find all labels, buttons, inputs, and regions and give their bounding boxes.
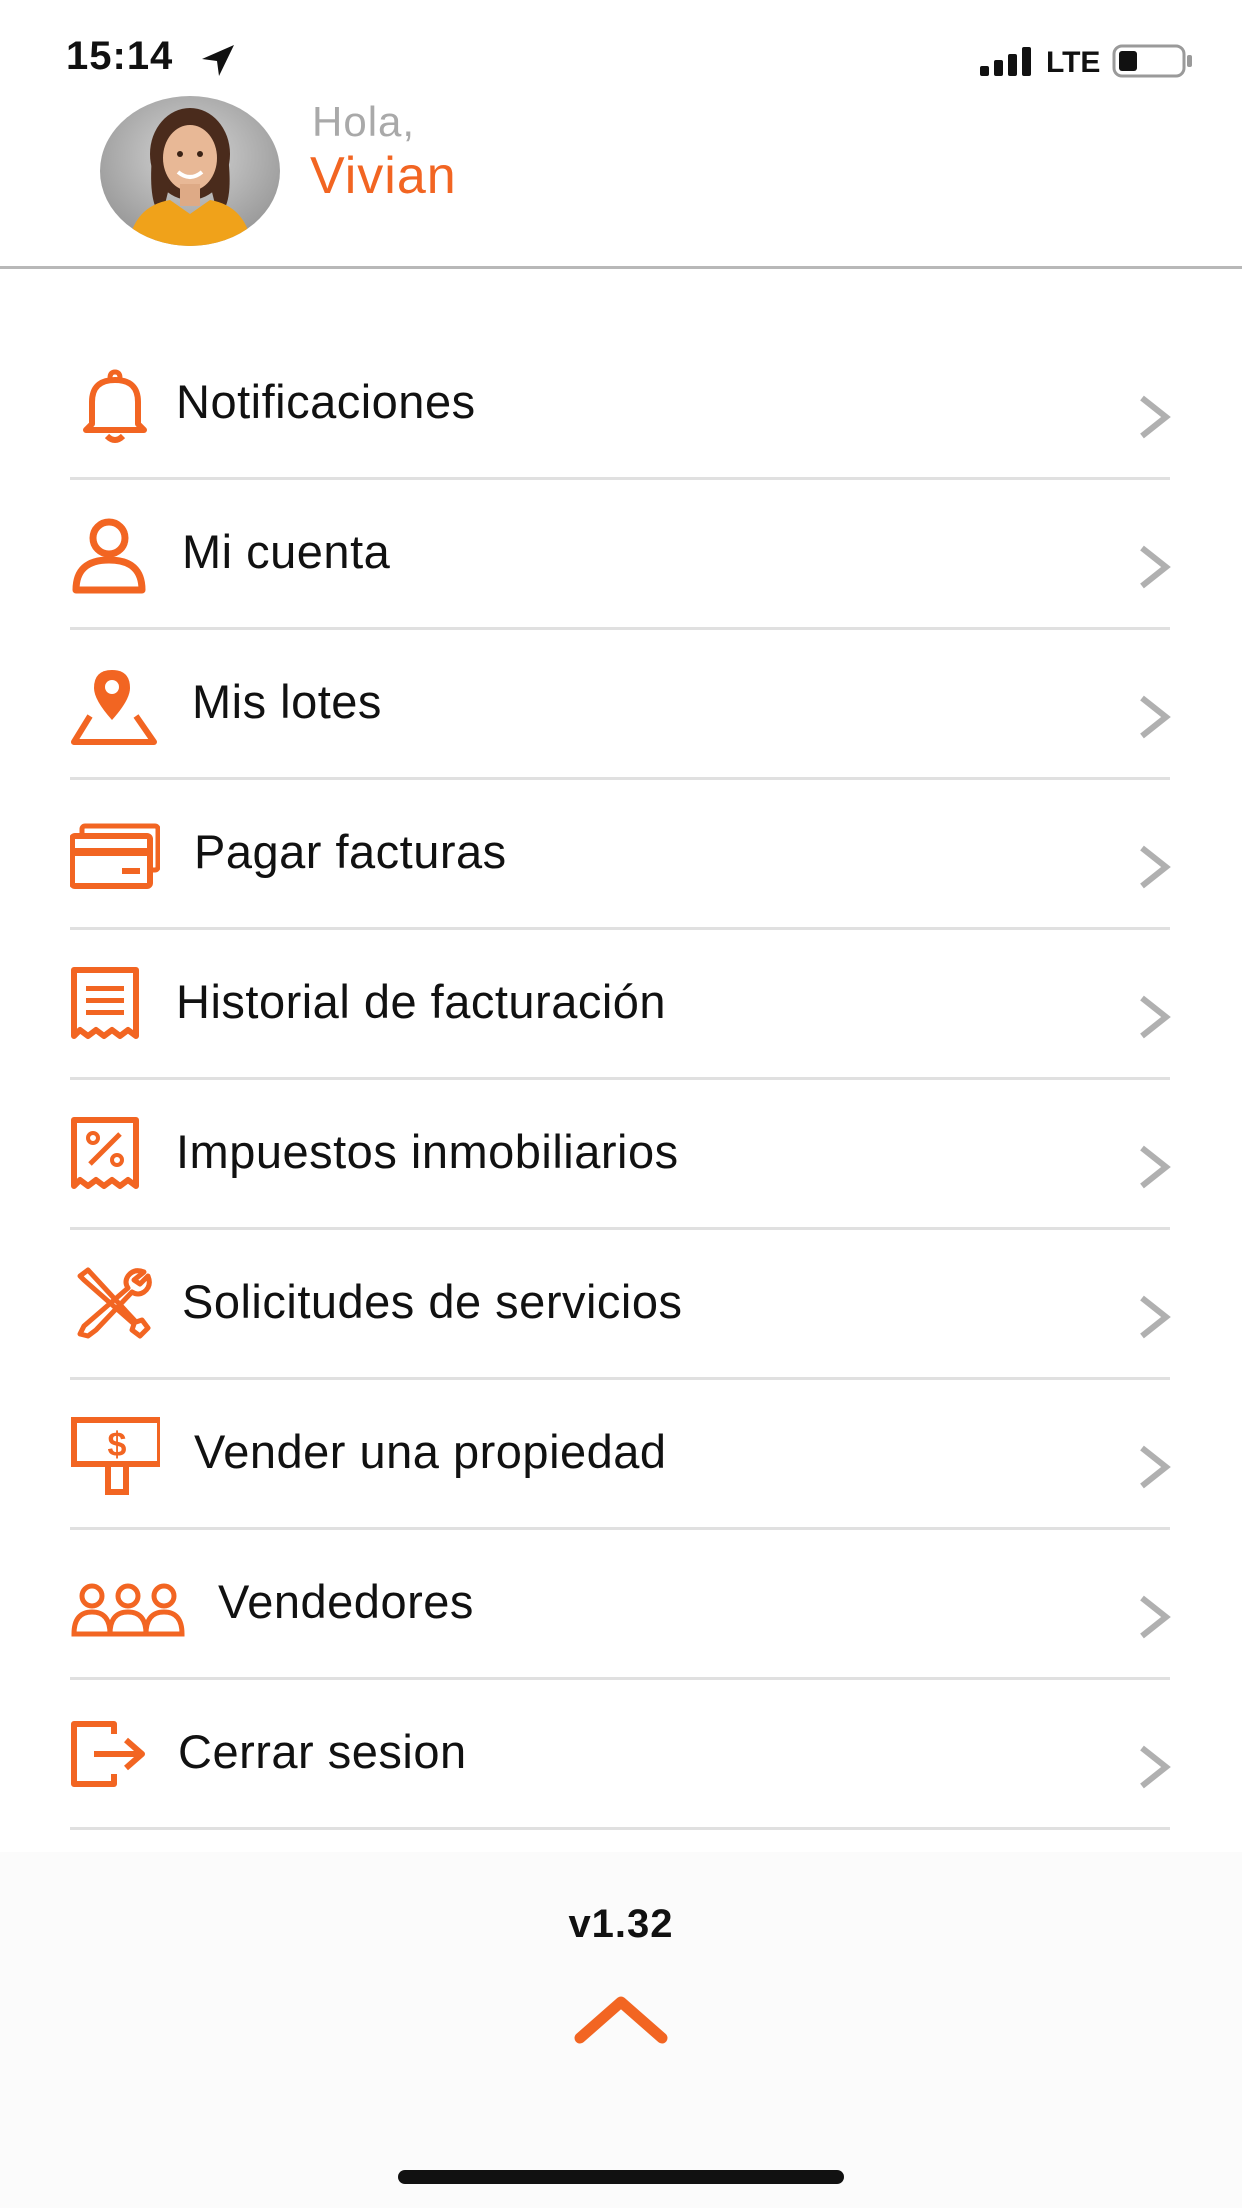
chevron-right-icon [1136, 1294, 1172, 1340]
profile-header: Hola, Vivian [0, 90, 1242, 266]
status-time: 15:14 [66, 34, 174, 78]
menu-label: Mis lotes [192, 675, 382, 728]
logout-icon [70, 1716, 160, 1796]
menu-label: Mi cuenta [182, 525, 391, 578]
signal-icon [978, 46, 1038, 76]
chevron-right-icon [1136, 1744, 1172, 1790]
avatar[interactable] [100, 96, 280, 246]
menu-item-pagar-facturas[interactable]: Pagar facturas [69, 780, 1172, 930]
chevron-right-icon [1136, 394, 1172, 440]
credit-card-icon [69, 816, 161, 896]
location-arrow-icon [198, 42, 238, 78]
user-icon [70, 516, 160, 596]
chevron-right-icon [1136, 994, 1172, 1040]
chevron-right-icon [1136, 694, 1172, 740]
bell-icon [70, 366, 160, 446]
chevron-right-icon [1136, 544, 1172, 590]
menu-item-solicitudes-servicios[interactable]: Solicitudes de servicios [70, 1230, 1172, 1380]
menu-item-impuestos-inmobiliarios[interactable]: Impuestos inmobiliarios [70, 1080, 1172, 1230]
app-version: v1.32 [568, 1902, 674, 1946]
menu-item-cerrar-sesion[interactable]: Cerrar sesion [70, 1680, 1172, 1830]
menu-label: Solicitudes de servicios [182, 1275, 683, 1328]
chevron-right-icon [1136, 1594, 1172, 1640]
menu-label: Vender una propiedad [194, 1425, 667, 1478]
menu-label: Historial de facturación [176, 975, 667, 1028]
chevron-right-icon [1136, 1144, 1172, 1190]
menu-item-vendedores[interactable]: Vendedores [70, 1530, 1172, 1680]
network-type: LTE [1046, 46, 1101, 79]
tools-icon [70, 1266, 160, 1346]
menu-item-vender-propiedad[interactable]: $ Vender una propiedad [70, 1380, 1172, 1530]
menu-label: Notificaciones [176, 375, 476, 428]
menu-list: Notificaciones Mi cuenta Mis lotes Pagar… [0, 330, 1242, 1830]
status-bar: 15:14 LTE [0, 0, 1242, 90]
header-divider [0, 266, 1242, 269]
menu-item-historial-facturacion[interactable]: Historial de facturación [70, 930, 1172, 1080]
map-pin-icon [70, 666, 160, 746]
menu-item-mi-cuenta[interactable]: Mi cuenta [70, 480, 1172, 630]
greeting-text: Hola, [312, 98, 416, 145]
svg-text:$: $ [108, 1426, 127, 1464]
menu-label: Pagar facturas [194, 825, 507, 878]
menu-label: Impuestos inmobiliarios [176, 1125, 679, 1178]
sale-sign-icon: $ [70, 1416, 163, 1496]
collapse-menu-button[interactable] [572, 1990, 670, 2046]
chevron-up-icon [574, 1996, 668, 2044]
chevron-right-icon [1136, 844, 1172, 890]
menu-item-mis-lotes[interactable]: Mis lotes [70, 630, 1172, 780]
menu-label: Vendedores [218, 1575, 474, 1628]
receipt-icon [70, 966, 160, 1046]
group-icon [70, 1566, 186, 1646]
tax-receipt-icon [70, 1116, 160, 1196]
chevron-right-icon [1136, 1444, 1172, 1490]
battery-icon [1112, 44, 1194, 78]
home-indicator[interactable] [398, 2170, 844, 2184]
user-name: Vivian [310, 147, 457, 205]
menu-item-notificaciones[interactable]: Notificaciones [70, 330, 1172, 480]
menu-label: Cerrar sesion [178, 1725, 467, 1778]
